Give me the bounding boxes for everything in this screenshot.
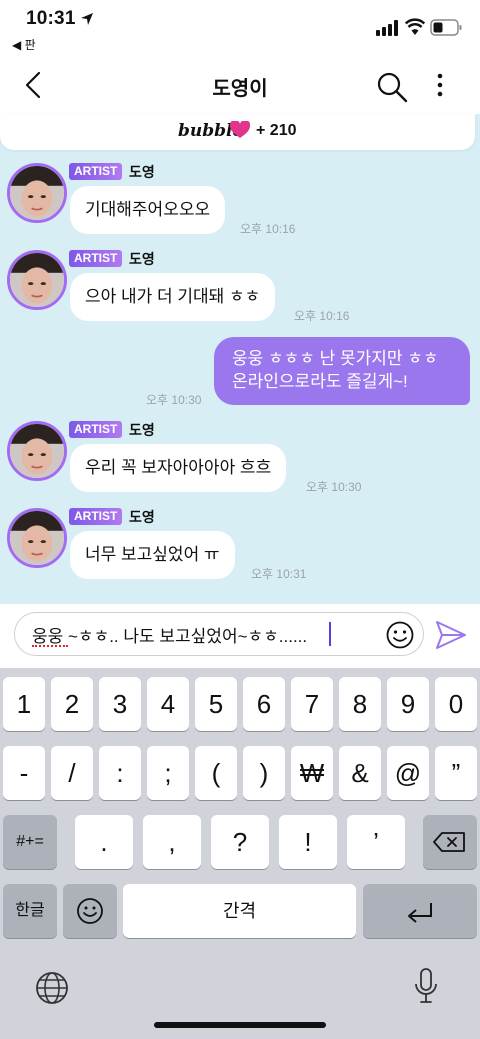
avatar[interactable]: [7, 508, 67, 568]
key-7[interactable]: 7: [291, 677, 333, 731]
key-6[interactable]: 6: [243, 677, 285, 731]
avatar[interactable]: [7, 163, 67, 223]
message-bubble[interactable]: 우리 꼭 보자아아아아 흐흐: [70, 444, 287, 492]
globe-icon[interactable]: [34, 970, 70, 1006]
message-time: 오후 10:30: [306, 480, 362, 494]
sender-name: 도영: [129, 251, 155, 267]
artist-tag: ARTIST: [69, 250, 123, 267]
microphone-icon[interactable]: [412, 966, 440, 1006]
key-3[interactable]: 3: [99, 677, 141, 731]
bubble-count: + 210: [256, 122, 297, 139]
return-key[interactable]: [363, 884, 477, 938]
message-bubble[interactable]: 너무 보고싶었어 ㅠ: [70, 531, 235, 579]
sender-name: 도영: [129, 422, 155, 438]
key-period[interactable]: .: [75, 815, 133, 869]
sender-name: 도영: [129, 164, 155, 180]
key-at[interactable]: @: [387, 746, 429, 800]
wifi-icon: [405, 18, 425, 35]
artist-tag: ARTIST: [69, 421, 123, 438]
message-bubble[interactable]: 으아 내가 더 기대돼 ㅎㅎ: [70, 273, 276, 321]
my-message-line: 온라인으로라도 즐길게~!: [232, 372, 408, 391]
key-question[interactable]: ?: [211, 815, 269, 869]
my-message-line: 웅웅 ㅎㅎㅎ 난 못가지만 ㅎㅎ: [232, 349, 439, 368]
key-exclamation[interactable]: !: [279, 815, 337, 869]
emoji-keyboard-icon: [77, 898, 103, 924]
return-icon: [408, 903, 432, 923]
message-time: 오후 10:31: [251, 567, 307, 581]
space-key[interactable]: 간격: [123, 884, 356, 938]
my-message-bubble[interactable]: 웅웅 ㅎㅎㅎ 난 못가지만 ㅎㅎ 온라인으로라도 즐길게~!: [214, 337, 470, 405]
key-0[interactable]: 0: [435, 677, 477, 731]
key-close-paren[interactable]: ): [243, 746, 285, 800]
message-input-text[interactable]: 웅웅 ~ㅎㅎ.. 나도 보고싶었어~ㅎㅎ......: [32, 622, 307, 647]
message-bubble[interactable]: 기대해주어오오오: [70, 186, 226, 234]
search-icon[interactable]: [375, 70, 409, 104]
avatar[interactable]: [7, 250, 67, 310]
message-time: 오후 10:16: [294, 309, 350, 323]
text-caret: [329, 622, 331, 646]
key-hyphen[interactable]: -: [3, 746, 45, 800]
key-4[interactable]: 4: [147, 677, 189, 731]
key-ampersand[interactable]: &: [339, 746, 381, 800]
emoji-keyboard-key[interactable]: [63, 884, 117, 938]
key-1[interactable]: 1: [3, 677, 45, 731]
key-8[interactable]: 8: [339, 677, 381, 731]
key-5[interactable]: 5: [195, 677, 237, 731]
key-open-paren[interactable]: (: [195, 746, 237, 800]
home-indicator: [154, 1022, 326, 1028]
heart-icon: [230, 121, 250, 138]
symbols-toggle-key[interactable]: #+=: [3, 815, 57, 869]
emoji-icon[interactable]: [385, 620, 415, 650]
back-to-app-link[interactable]: ◀ 판: [12, 36, 36, 53]
message-time: 오후 10:30: [146, 393, 202, 407]
location-arrow-icon: [81, 13, 93, 25]
message-time: 오후 10:16: [240, 222, 296, 236]
signal-icon: [376, 20, 398, 36]
status-time: 10:31: [26, 8, 76, 29]
artist-tag: ARTIST: [69, 163, 123, 180]
sender-name: 도영: [129, 509, 155, 525]
key-colon[interactable]: :: [99, 746, 141, 800]
key-comma[interactable]: ,: [143, 815, 201, 869]
artist-tag: ARTIST: [69, 508, 123, 525]
key-semicolon[interactable]: ;: [147, 746, 189, 800]
delete-icon: [433, 832, 465, 852]
key-2[interactable]: 2: [51, 677, 93, 731]
key-9[interactable]: 9: [387, 677, 429, 731]
send-icon[interactable]: [434, 619, 468, 651]
avatar[interactable]: [7, 421, 67, 481]
language-key[interactable]: 한글: [3, 884, 57, 938]
key-slash[interactable]: /: [51, 746, 93, 800]
key-quote[interactable]: ”: [435, 746, 477, 800]
key-won[interactable]: ₩: [291, 746, 333, 800]
delete-key[interactable]: [423, 815, 477, 869]
spellcheck-underline: [32, 644, 68, 647]
battery-icon: [430, 19, 462, 36]
key-apostrophe[interactable]: ’: [347, 815, 405, 869]
more-vertical-icon[interactable]: [428, 70, 452, 100]
